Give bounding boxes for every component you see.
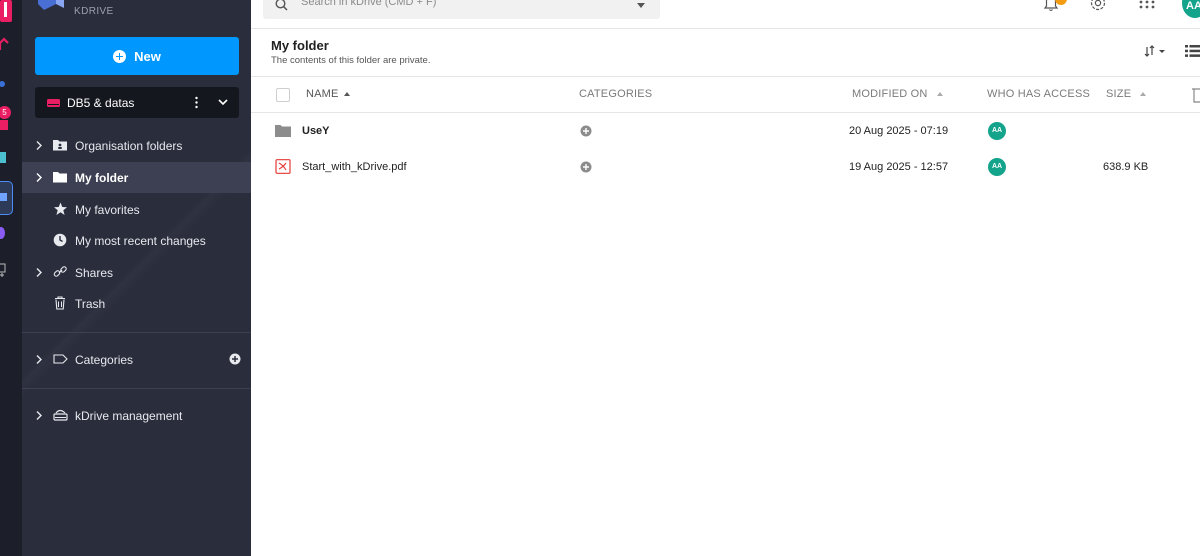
column-header-categories[interactable]: CATEGORIES [579,88,652,100]
drive-management-icon [53,409,68,421]
column-settings-icon[interactable] [1192,87,1200,103]
app-rail: 5 [0,0,22,556]
search-input[interactable] [301,0,621,8]
search-icon [275,0,288,11]
sidebar-item-label: My most recent changes [75,234,206,248]
more-options-icon[interactable] [195,96,198,109]
sidebar-item-shares[interactable]: Shares [22,257,251,288]
chevron-right-icon[interactable] [35,140,43,151]
sidebar-item-categories[interactable]: Categories [22,344,251,375]
column-header-access[interactable]: WHO HAS ACCESS [987,88,1090,100]
modified-date: 19 Aug 2025 - 12:57 [849,161,949,173]
select-all-checkbox[interactable] [276,88,290,102]
chevron-right-icon[interactable] [35,410,43,421]
drive-selector[interactable]: DB5 & datas [35,87,239,118]
apps-grid-icon[interactable] [1139,0,1155,12]
caret-down-icon[interactable] [637,3,645,8]
clock-icon [53,233,67,247]
search-box[interactable] [263,0,660,19]
column-header-label: SIZE [1106,88,1132,100]
app-icon-pink-square[interactable] [0,118,14,132]
app-icon-blue-dot[interactable] [0,76,14,90]
sidebar-divider [22,332,251,333]
sidebar-divider [22,388,251,389]
sort-icon[interactable] [1144,44,1168,58]
brand-name: KDRIVE [74,6,114,17]
table-row[interactable]: UseY 20 Aug 2025 - 07:19 AA [251,113,1200,149]
tag-icon [53,354,68,364]
sidebar: KDRIVE New DB5 & datas Organisation fold… [22,0,251,556]
add-app-icon[interactable] [0,262,14,277]
column-header-name[interactable]: NAME [306,88,350,100]
pdf-file-icon [275,159,291,174]
top-bar: 1 AA [251,0,1200,29]
add-category-icon[interactable] [229,353,241,365]
star-icon [54,202,67,215]
column-header-label: NAME [306,88,339,100]
kdrive-logo-icon [36,0,66,12]
plus-icon [113,49,127,63]
sidebar-item-label: Organisation folders [75,139,183,153]
page-title: My folder [271,38,329,53]
sidebar-item-label: Shares [75,266,114,280]
sidebar-item-kdrive-management[interactable]: kDrive management [22,400,251,431]
app-icon-pink[interactable] [0,0,14,22]
folder-icon [53,172,67,183]
sort-icon [936,92,943,96]
sidebar-item-trash[interactable]: Trash [22,288,251,319]
sidebar-item-label: kDrive management [75,409,183,423]
sidebar-item-my-favorites[interactable]: My favorites [22,194,251,225]
folder-header: My folder The contents of this folder ar… [251,29,1200,77]
file-name[interactable]: Start_with_kDrive.pdf [302,161,407,173]
table-header: NAME CATEGORIES MODIFIED ON WHO HAS ACCE… [251,77,1200,113]
sidebar-item-my-folder[interactable]: My folder [22,162,251,193]
column-header-label: WHO HAS ACCESS [987,88,1091,100]
new-button-label: New [134,48,161,64]
list-view-icon[interactable] [1185,45,1200,57]
file-name[interactable]: UseY [302,125,330,137]
sidebar-item-label: My folder [75,171,129,185]
column-header-label: MODIFIED ON [852,88,928,100]
app-icon-teal[interactable] [0,150,14,164]
chevron-down-icon[interactable] [217,97,229,107]
column-header-modified[interactable]: MODIFIED ON [852,88,943,100]
app-icon-purple[interactable] [0,226,14,240]
column-header-size[interactable]: SIZE [1106,88,1147,100]
access-avatar[interactable]: AA [988,122,1006,140]
home-icon[interactable] [0,37,14,51]
folder-icon [275,125,291,137]
organisation-folder-icon [53,140,67,151]
gear-icon[interactable] [1089,0,1107,12]
new-button[interactable]: New [35,37,239,75]
file-size: 638.9 KB [1103,161,1149,173]
sort-ascending-icon [343,92,350,96]
table-row[interactable]: Start_with_kDrive.pdf 19 Aug 2025 - 12:5… [251,149,1200,185]
sidebar-item-label: Categories [75,353,134,367]
chevron-right-icon[interactable] [35,267,43,278]
drive-icon [47,98,60,107]
sidebar-item-organisation-folders[interactable]: Organisation folders [22,130,251,161]
user-avatar[interactable]: AA [1182,0,1200,18]
chevron-right-icon[interactable] [35,354,43,365]
add-category-icon[interactable] [580,161,592,173]
add-category-icon[interactable] [580,125,592,137]
access-avatar[interactable]: AA [988,158,1006,176]
sidebar-item-label: My favorites [75,203,140,217]
drive-name: DB5 & datas [67,95,135,110]
column-header-label: CATEGORIES [579,88,653,100]
chevron-right-icon[interactable] [35,172,43,183]
sidebar-item-label: Trash [75,297,106,311]
sidebar-item-recent-changes[interactable]: My most recent changes [22,225,251,256]
link-icon [53,266,67,277]
kdrive-app-icon-active[interactable] [0,181,13,215]
trash-icon [55,296,65,310]
sort-icon [1140,92,1147,96]
modified-date: 20 Aug 2025 - 07:19 [849,125,949,137]
page-subtitle: The contents of this folder are private. [271,55,431,66]
